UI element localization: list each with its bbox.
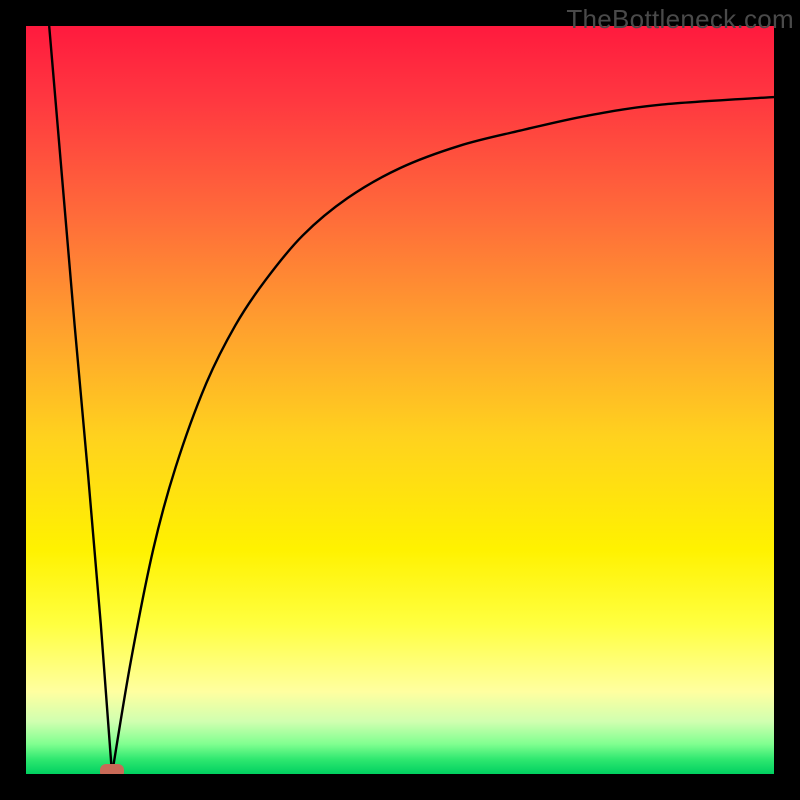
chart-frame: TheBottleneck.com [0, 0, 800, 800]
minimum-marker [100, 764, 124, 774]
plot-area [26, 26, 774, 774]
left-branch-curve [49, 26, 112, 774]
curve-layer [26, 26, 774, 774]
right-branch-curve [112, 97, 774, 774]
watermark-text: TheBottleneck.com [566, 4, 794, 35]
